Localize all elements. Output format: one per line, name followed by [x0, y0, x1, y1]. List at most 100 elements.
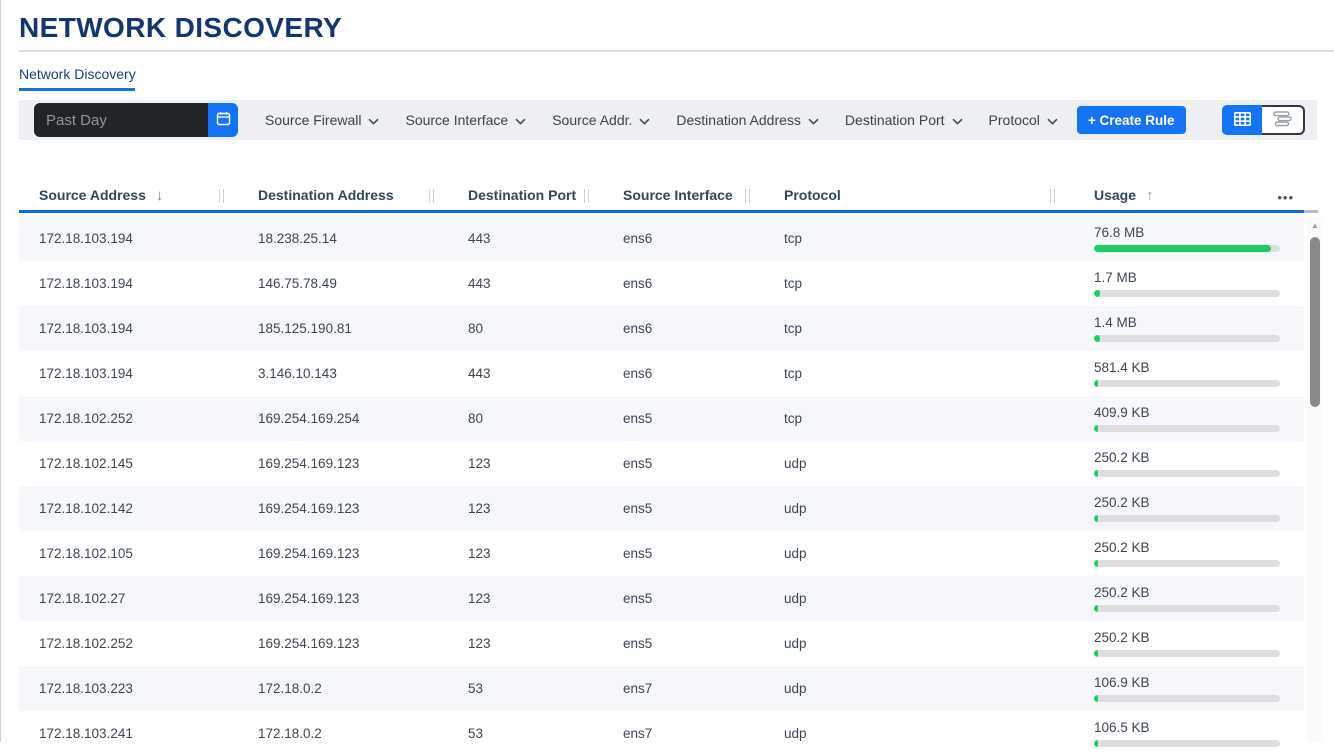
table-row[interactable]: 172.18.103.241 172.18.0.2 53 ens7 udp 10…	[19, 711, 1304, 756]
cell-source-address: 172.18.102.142	[19, 501, 238, 516]
cell-destination-port: 123	[448, 546, 603, 561]
filter-source-firewall[interactable]: Source Firewall	[265, 112, 379, 128]
filter-dropdowns: Source Firewall Source Interface Source …	[265, 112, 1058, 128]
filter-destination-port[interactable]: Destination Port	[845, 112, 963, 128]
table-row[interactable]: 172.18.102.252 169.254.169.123 123 ens5 …	[19, 621, 1304, 666]
chevron-down-icon	[639, 112, 650, 128]
calendar-button[interactable]	[208, 103, 238, 137]
cell-source-address: 172.18.103.223	[19, 681, 238, 696]
cell-source-interface: ens5	[603, 591, 764, 606]
cell-destination-address: 169.254.169.254	[238, 411, 448, 426]
tab-network-discovery[interactable]: Network Discovery	[19, 66, 136, 82]
table-row[interactable]: 172.18.102.27 169.254.169.123 123 ens5 u…	[19, 576, 1304, 621]
cell-destination-port: 123	[448, 636, 603, 651]
column-resize-handle[interactable]	[219, 189, 224, 203]
column-header-protocol[interactable]: Protocol	[764, 187, 1074, 203]
column-header-source-interface[interactable]: Source Interface	[603, 187, 764, 203]
sort-ascending-icon[interactable]: ↑	[1146, 187, 1154, 204]
cell-source-interface: ens5	[603, 411, 764, 426]
date-range-input[interactable]	[34, 103, 208, 137]
usage-bar	[1094, 335, 1280, 342]
column-header-destination-port[interactable]: Destination Port	[448, 187, 603, 203]
scroll-up-icon[interactable]: ▲	[1307, 221, 1323, 230]
table-row[interactable]: 172.18.103.194 3.146.10.143 443 ens6 tcp…	[19, 351, 1304, 396]
usage-value: 409.9 KB	[1094, 405, 1304, 420]
cell-source-address: 172.18.103.194	[19, 231, 238, 246]
table-row[interactable]: 172.18.102.145 169.254.169.123 123 ens5 …	[19, 441, 1304, 486]
column-resize-handle[interactable]	[745, 189, 750, 203]
cell-usage: 250.2 KB	[1074, 585, 1304, 612]
flow-view-button[interactable]	[1262, 105, 1305, 135]
tab-active-underline	[19, 88, 135, 91]
column-header-source-address[interactable]: Source Address ↓	[19, 187, 238, 204]
cell-source-interface: ens7	[603, 726, 764, 741]
table-row[interactable]: 172.18.103.194 18.238.25.14 443 ens6 tcp…	[19, 216, 1304, 261]
filter-destination-address[interactable]: Destination Address	[676, 112, 819, 128]
cell-source-interface: ens6	[603, 366, 764, 381]
filter-source-interface[interactable]: Source Interface	[405, 112, 526, 128]
filter-toolbar: Source Firewall Source Interface Source …	[19, 100, 1317, 140]
usage-bar	[1094, 650, 1280, 657]
cell-destination-address: 3.146.10.143	[238, 366, 448, 381]
table-row[interactable]: 172.18.103.194 185.125.190.81 80 ens6 tc…	[19, 306, 1304, 351]
create-rule-button[interactable]: + Create Rule	[1077, 106, 1186, 134]
cell-protocol: udp	[764, 591, 1074, 606]
usage-value: 76.8 MB	[1094, 225, 1304, 240]
cell-protocol: udp	[764, 726, 1074, 741]
column-resize-handle[interactable]	[1050, 189, 1055, 203]
cell-usage: 1.4 MB	[1074, 315, 1304, 342]
cell-protocol: tcp	[764, 321, 1074, 336]
cell-destination-address: 185.125.190.81	[238, 321, 448, 336]
more-options-icon[interactable]: •••	[1277, 190, 1294, 205]
cell-source-interface: ens5	[603, 546, 764, 561]
cell-destination-address: 169.254.169.123	[238, 456, 448, 471]
sankey-icon	[1273, 111, 1292, 130]
title-divider	[19, 50, 1334, 52]
cell-protocol: udp	[764, 681, 1074, 696]
cell-destination-port: 123	[448, 501, 603, 516]
usage-bar	[1094, 245, 1280, 252]
chevron-down-icon	[808, 112, 819, 128]
column-header-destination-address[interactable]: Destination Address	[238, 187, 448, 203]
cell-usage: 76.8 MB	[1074, 225, 1304, 252]
table-row[interactable]: 172.18.102.252 169.254.169.254 80 ens5 t…	[19, 396, 1304, 441]
calendar-icon	[216, 111, 231, 129]
cell-usage: 106.9 KB	[1074, 675, 1304, 702]
usage-bar	[1094, 560, 1280, 567]
cell-source-interface: ens5	[603, 636, 764, 651]
cell-source-address: 172.18.102.27	[19, 591, 238, 606]
cell-destination-port: 80	[448, 321, 603, 336]
cell-protocol: tcp	[764, 231, 1074, 246]
cell-source-interface: ens5	[603, 501, 764, 516]
cell-destination-address: 172.18.0.2	[238, 681, 448, 696]
column-resize-handle[interactable]	[429, 189, 434, 203]
cell-usage: 250.2 KB	[1074, 450, 1304, 477]
column-header-usage[interactable]: Usage ↑	[1074, 187, 1304, 204]
cell-source-address: 172.18.103.194	[19, 321, 238, 336]
cell-usage: 250.2 KB	[1074, 630, 1304, 657]
table-row[interactable]: 172.18.103.194 146.75.78.49 443 ens6 tcp…	[19, 261, 1304, 306]
filter-protocol[interactable]: Protocol	[989, 112, 1058, 128]
table-row[interactable]: 172.18.103.223 172.18.0.2 53 ens7 udp 10…	[19, 666, 1304, 711]
table-header: Source Address ↓ Destination Address Des…	[19, 180, 1304, 213]
cell-source-address: 172.18.102.252	[19, 636, 238, 651]
vertical-scrollbar[interactable]: ▲	[1307, 218, 1323, 742]
column-resize-handle[interactable]	[584, 189, 589, 203]
usage-bar	[1094, 380, 1280, 387]
filter-source-addr[interactable]: Source Addr.	[552, 112, 650, 128]
cell-destination-port: 443	[448, 366, 603, 381]
cell-usage: 1.7 MB	[1074, 270, 1304, 297]
cell-destination-address: 169.254.169.123	[238, 636, 448, 651]
usage-value: 250.2 KB	[1094, 630, 1304, 645]
date-range-control	[34, 103, 238, 137]
table-row[interactable]: 172.18.102.142 169.254.169.123 123 ens5 …	[19, 486, 1304, 531]
table-view-button[interactable]	[1222, 105, 1262, 135]
scrollbar-thumb[interactable]	[1310, 237, 1320, 407]
cell-destination-address: 169.254.169.123	[238, 501, 448, 516]
cell-protocol: udp	[764, 501, 1074, 516]
usage-value: 581.4 KB	[1094, 360, 1304, 375]
usage-value: 250.2 KB	[1094, 495, 1304, 510]
usage-value: 106.5 KB	[1094, 720, 1304, 735]
sort-descending-icon[interactable]: ↓	[156, 187, 164, 204]
table-row[interactable]: 172.18.102.105 169.254.169.123 123 ens5 …	[19, 531, 1304, 576]
